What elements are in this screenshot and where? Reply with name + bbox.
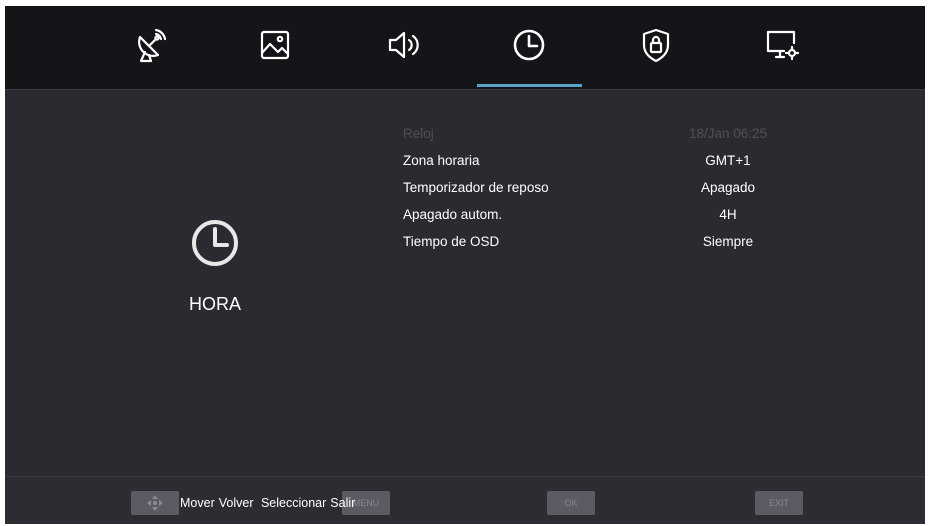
clock-icon xyxy=(192,220,238,266)
setting-row-sleep-timer[interactable]: Temporizador de reposo Apagado xyxy=(403,176,843,200)
setting-label: Zona horaria xyxy=(403,153,480,168)
clock-icon xyxy=(513,29,545,61)
tab-lock[interactable] xyxy=(631,20,681,70)
setting-row-time-zone[interactable]: Zona horaria GMT+1 xyxy=(403,149,843,173)
setting-value: Apagado xyxy=(700,180,756,195)
tab-sound[interactable] xyxy=(379,20,429,70)
exit-key: EXIT xyxy=(755,491,803,515)
tab-setup[interactable] xyxy=(757,20,807,70)
setting-row-auto-standby[interactable]: Apagado autom. 4H xyxy=(403,203,843,227)
help-exit: Salir xyxy=(330,496,356,510)
help-text: Mover Volver Seleccionar Salir xyxy=(180,496,359,510)
move-key xyxy=(131,491,179,515)
setting-label: Reloj xyxy=(403,126,434,141)
active-tab-indicator xyxy=(477,84,582,87)
setting-value: GMT+1 xyxy=(705,153,751,168)
setting-value: 4H xyxy=(719,207,737,222)
help-select: Seleccionar xyxy=(260,496,327,510)
setting-label: Tiempo de OSD xyxy=(403,234,500,249)
setting-row-osd-timer[interactable]: Tiempo de OSD Siempre xyxy=(403,230,843,254)
setting-row-clock: Reloj 18/Jan 06:25 xyxy=(403,122,843,146)
help-move: Mover xyxy=(180,496,215,510)
help-back: Volver xyxy=(218,496,254,510)
satellite-dish-icon xyxy=(138,28,167,63)
speaker-icon xyxy=(388,31,419,59)
ok-key: OK xyxy=(547,491,595,515)
help-bar: MENU OK EXIT Mover Volver Seleccionar Sali… xyxy=(5,476,925,524)
picture-icon xyxy=(260,30,290,60)
tab-picture[interactable] xyxy=(250,20,300,70)
tv-osd-screen: HORA Reloj 18/Jan 06:25 Zona horaria GMT… xyxy=(5,6,925,524)
setting-value: Siempre xyxy=(702,234,754,249)
lock-shield-icon xyxy=(642,28,670,63)
dpad-icon xyxy=(147,495,163,511)
tab-channel[interactable] xyxy=(127,20,177,70)
setting-label: Apagado autom. xyxy=(403,207,503,222)
header-divider xyxy=(5,89,925,90)
tab-time[interactable] xyxy=(504,20,554,70)
setting-value: 18/Jan 06:25 xyxy=(688,126,768,141)
menu-tab-bar xyxy=(5,6,925,89)
monitor-settings-icon xyxy=(766,30,800,61)
setting-label: Temporizador de reposo xyxy=(403,180,549,195)
section-title: HORA xyxy=(188,294,241,314)
